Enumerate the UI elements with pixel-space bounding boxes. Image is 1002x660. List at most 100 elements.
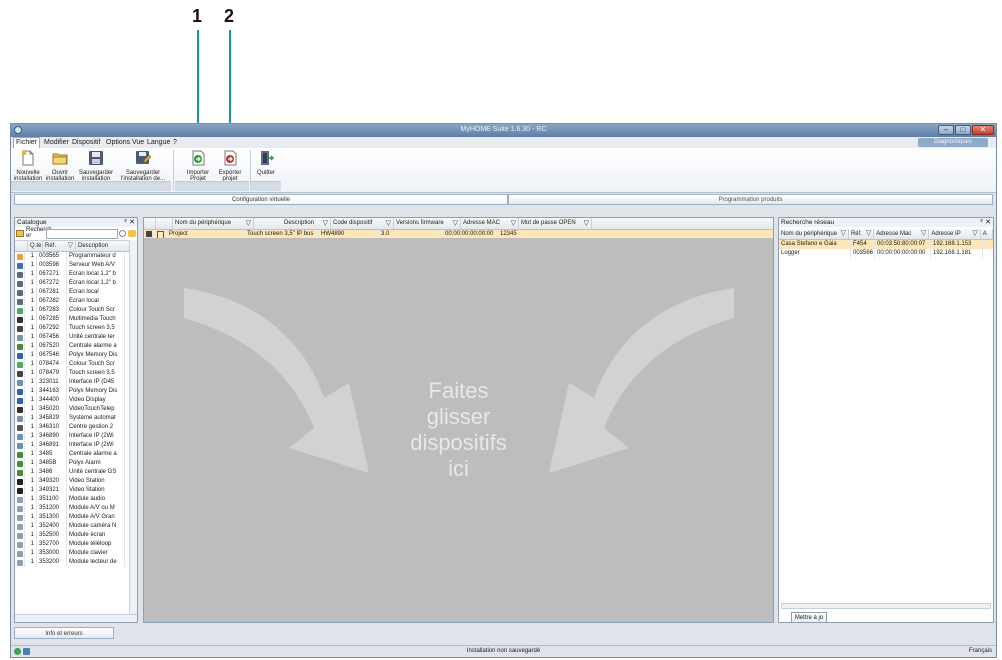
save-installation-as-button[interactable]: Sauvegarder l'installation de... [117,150,169,182]
new-installation-button[interactable]: Nouvelle installation [13,150,43,182]
close-button[interactable]: ✕ [972,125,994,135]
network-col-a[interactable]: A [981,229,993,239]
device-drop-zone[interactable]: Faites glisser dispositifs ici [144,238,773,622]
list-item[interactable]: 1 3485 Centrale alarme a [15,450,137,459]
filter-icon[interactable]: ▽ [453,218,458,229]
project-col-mac[interactable]: Adresse MAC ▽ [461,218,519,229]
project-col-firmware[interactable]: Versions firmware ▽ [394,218,461,229]
update-button[interactable]: Mettre à jo [791,612,827,622]
filter-icon[interactable]: ▽ [68,241,73,251]
list-item[interactable]: 1 078479 Touch screen 3,5 [15,369,137,378]
diagnostic-button[interactable]: Diagnostiques [918,138,988,147]
ref-cell: 078474 [37,360,67,369]
list-item[interactable]: 1 352500 Module écran [15,531,137,540]
pin-icon[interactable]: ᵠ [980,218,983,227]
list-item[interactable]: 1 346891 Interface IP (2Wi [15,441,137,450]
list-item[interactable]: 1 323011 Interface IP (D45 [15,378,137,387]
menu-bar: Fichier Modifier Dispositif Options Vue … [11,137,996,148]
project-col-description[interactable]: Description ▽ [254,218,331,229]
network-close-icon[interactable]: ✕ [985,218,991,227]
tab-programmation-produits[interactable]: Programmation produits [508,194,993,205]
search-icon[interactable] [119,230,126,237]
list-item[interactable]: 1 067285 Multimedia Touch [15,315,137,324]
list-item[interactable]: 1 345829 Système automat [15,414,137,423]
save-installation-button[interactable]: Sauvegarder installation [77,150,115,182]
menu-modifier[interactable]: Modifier [42,138,71,147]
list-item[interactable]: 1 344163 Polyx Memory Dis [15,387,137,396]
menu-dispositif[interactable]: Dispositif [70,138,102,147]
list-item[interactable]: 1 346310 Centre gestion 2 [15,423,137,432]
catalogue-col-ref[interactable]: Réf. ▽ [43,241,76,251]
network-col-ip[interactable]: Adresse IP ▽ [929,229,981,239]
list-item[interactable]: 1 344400 Video Display [15,396,137,405]
list-item[interactable]: 1 067271 Écran local 1,2" b [15,270,137,279]
table-row[interactable]: Logger 003566 00:00:00:00:00:00 192.168.… [779,249,993,258]
network-col-name[interactable]: Nom du périphérique ▽ [779,229,849,239]
network-col-mac[interactable]: Adresse Mac ▽ [874,229,930,239]
list-item[interactable]: 1 3485B Polyx Alarm [15,459,137,468]
list-item[interactable]: 1 067456 Unité centrale ter [15,333,137,342]
open-installation-button[interactable]: Ouvrir installation [45,150,75,182]
catalogue-col-qty[interactable]: Q.té [28,241,43,251]
ref-cell: 3485 [37,450,67,459]
menu-langue[interactable]: Langue [145,138,172,147]
tab-configuration-virtuelle[interactable]: Configuration virtuelle [14,194,508,205]
network-hscrollbar[interactable] [781,603,991,609]
list-item[interactable]: 1 351100 Module audio [15,495,137,504]
filter-icon[interactable]: ▽ [323,218,328,229]
maximize-button[interactable]: □ [955,125,971,135]
menu-vue[interactable]: Vue [130,138,146,147]
filter-icon[interactable]: ▽ [511,218,516,229]
catalogue-close-icon[interactable]: ✕ [129,218,135,227]
list-item[interactable]: 1 349321 Video Station [15,486,137,495]
filter-icon[interactable]: ▽ [972,229,977,239]
list-item[interactable]: 1 067272 Écran local 1,2" b [15,279,137,288]
project-col-code[interactable]: Code dispositif ▽ [331,218,394,229]
list-item[interactable]: 1 067282 Écran local [15,297,137,306]
export-project-button[interactable]: Exporter projet [215,150,245,182]
catalogue-search-input[interactable] [46,229,118,239]
filter-icon[interactable]: ▽ [866,229,871,239]
filter-icon[interactable]: ▽ [921,229,926,239]
clear-search-icon[interactable] [128,230,136,237]
list-item[interactable]: 1 349320 Video Station [15,477,137,486]
tab-info-erreurs[interactable]: Info et erreurs [14,627,114,639]
catalogue-hscrollbar[interactable] [15,614,137,622]
list-item[interactable]: 1 353200 Module lecteur de [15,558,137,567]
list-item[interactable]: 1 067546 Polyx Memory Dis [15,351,137,360]
list-item[interactable]: 1 352400 Module caméra N [15,522,137,531]
exit-button[interactable]: Quitter [253,150,279,176]
minimize-button[interactable]: – [938,125,954,135]
list-item[interactable]: 1 067281 Écran local [15,288,137,297]
import-project-button[interactable]: Importer Projet [183,150,213,182]
list-item[interactable]: 1 067292 Touch screen 3,5 [15,324,137,333]
filter-icon[interactable]: ▽ [386,218,391,229]
device-icon [15,477,25,486]
ref-cell: 349320 [37,477,67,486]
list-item[interactable]: 1 078474 Colour Touch Scr [15,360,137,369]
list-item[interactable]: 1 351200 Module A/V ou M [15,504,137,513]
menu-options[interactable]: Options [104,138,132,147]
list-item[interactable]: 1 003565 Programmateur d [15,252,137,261]
list-item[interactable]: 1 067283 Colour Touch Scr [15,306,137,315]
network-col-ref[interactable]: Réf. ▽ [849,229,875,239]
project-col-name[interactable]: Nom du périphérique ▽ [173,218,254,229]
filter-icon[interactable]: ▽ [246,218,251,229]
list-item[interactable]: 1 3486 Unité centrale GS [15,468,137,477]
catalogue-vscrollbar[interactable] [129,240,137,614]
list-item[interactable]: 1 346890 Interface IP (2Wi [15,432,137,441]
menu-help[interactable]: ? [171,138,179,147]
project-col-password[interactable]: Mot de passe OPEN ▽ [519,218,592,229]
list-item[interactable]: 1 345020 VideoTouchTelep [15,405,137,414]
filter-icon[interactable]: ▽ [841,229,846,239]
list-item[interactable]: 1 067520 Centrale alarme a [15,342,137,351]
list-item[interactable]: 1 351300 Module A/V Gran [15,513,137,522]
list-item[interactable]: 1 353000 Module clavier [15,549,137,558]
pin-icon[interactable]: ᵠ [124,218,127,227]
list-item[interactable]: 1 003598 Serveur Web A/V [15,261,137,270]
table-row[interactable]: Casa Stefano e Gaia F454 00:03:50:80:00:… [779,240,993,249]
list-item[interactable]: 1 352700 Module téléloop [15,540,137,549]
menu-fichier[interactable]: Fichier [13,137,41,148]
filter-icon[interactable]: ▽ [584,218,589,229]
catalogue-col-desc[interactable]: Description [76,241,137,251]
